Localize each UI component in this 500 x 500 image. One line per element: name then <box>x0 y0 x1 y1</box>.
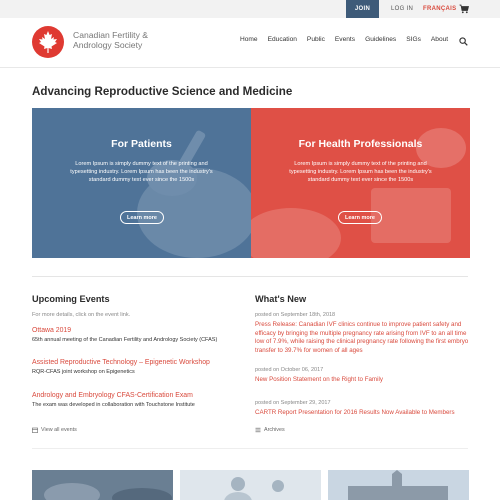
list-icon <box>255 427 261 433</box>
events-note: For more details, click on the event lin… <box>32 312 131 318</box>
page-title: Advancing Reproductive Science and Medic… <box>32 85 293 98</box>
patients-panel-title: For Patients <box>111 138 172 150</box>
upcoming-events-heading: Upcoming Events <box>32 294 110 304</box>
nav-item-public[interactable]: Public <box>307 36 325 43</box>
health-professionals-learn-more-button[interactable]: Learn more <box>338 211 382 224</box>
patients-panel-text: Lorem Ipsum is simply dummy text of the … <box>70 161 213 183</box>
event-title-link[interactable]: Assisted Reproductive Technology – Epige… <box>32 359 247 366</box>
news-date: posted on September 18th, 2018 <box>255 312 336 318</box>
patients-learn-more-button[interactable]: Learn more <box>120 211 164 224</box>
patients-panel[interactable]: For Patients Lorem Ipsum is simply dummy… <box>32 108 251 258</box>
event-description: 65th annual meeting of the Canadian Fert… <box>32 337 218 343</box>
news-title-link[interactable]: CARTR Report Presentation for 2016 Resul… <box>255 409 470 418</box>
health-professionals-panel[interactable]: For Health Professionals Lorem Ipsum is … <box>251 108 470 258</box>
maple-leaf-logo-icon[interactable] <box>32 26 64 58</box>
event-item: Ottawa 2019 65th annual meeting of the C… <box>32 327 247 343</box>
event-title-link[interactable]: Andrology and Embryology CFAS-Certificat… <box>32 392 247 399</box>
news-title-link[interactable]: Press Release: Canadian IVF clinics cont… <box>255 321 470 355</box>
event-item: Assisted Reproductive Technology – Epige… <box>32 359 247 375</box>
main-nav: Home Education Public Events Guidelines … <box>240 36 458 43</box>
health-professionals-panel-text: Lorem Ipsum is simply dummy text of the … <box>289 161 432 183</box>
nav-item-sigs[interactable]: SIGs <box>406 36 421 43</box>
login-link[interactable]: LOG IN <box>391 0 413 18</box>
news-item: posted on October 06, 2017 New Position … <box>255 367 470 385</box>
logo-text[interactable]: Canadian Fertility & Andrology Society <box>73 30 163 50</box>
cart-icon[interactable] <box>459 4 469 14</box>
nav-item-about[interactable]: About <box>431 36 448 43</box>
news-title-link[interactable]: New Position Statement on the Right to F… <box>255 376 470 385</box>
whats-new-heading: What's New <box>255 294 307 304</box>
feature-thumbnail-image[interactable] <box>32 470 173 500</box>
event-description: The exam was developed in collaboration … <box>32 402 195 408</box>
language-toggle-link[interactable]: FRANÇAIS <box>423 0 456 18</box>
view-all-events-label: View all events <box>41 427 77 433</box>
calendar-icon <box>32 427 38 433</box>
event-title-link[interactable]: Ottawa 2019 <box>32 327 247 334</box>
section-divider <box>32 448 468 449</box>
news-date: posted on September 29, 2017 <box>255 400 331 406</box>
site-header: Canadian Fertility & Andrology Society H… <box>0 18 500 68</box>
search-icon[interactable] <box>459 37 468 46</box>
nav-item-home[interactable]: Home <box>240 36 258 43</box>
feature-thumbnail-image[interactable] <box>328 470 469 500</box>
join-button[interactable]: JOIN <box>346 0 379 18</box>
news-item: posted on September 18th, 2018 Press Rel… <box>255 312 470 355</box>
view-all-events-link[interactable]: View all events <box>32 427 77 433</box>
archives-link[interactable]: Archives <box>255 427 285 433</box>
top-utility-bar: JOIN LOG IN FRANÇAIS <box>0 0 500 18</box>
nav-item-education[interactable]: Education <box>268 36 297 43</box>
nav-item-events[interactable]: Events <box>335 36 355 43</box>
news-item: posted on September 29, 2017 CARTR Repor… <box>255 400 470 418</box>
section-divider <box>32 276 468 277</box>
nav-item-guidelines[interactable]: Guidelines <box>365 36 396 43</box>
news-date: posted on October 06, 2017 <box>255 367 324 373</box>
archives-label: Archives <box>264 427 285 433</box>
event-description: RQR-CFAS joint workshop on Epigenetics <box>32 369 135 375</box>
health-professionals-panel-title: For Health Professionals <box>298 138 423 150</box>
event-item: Andrology and Embryology CFAS-Certificat… <box>32 392 247 408</box>
feature-thumbnail-image[interactable] <box>180 470 321 500</box>
